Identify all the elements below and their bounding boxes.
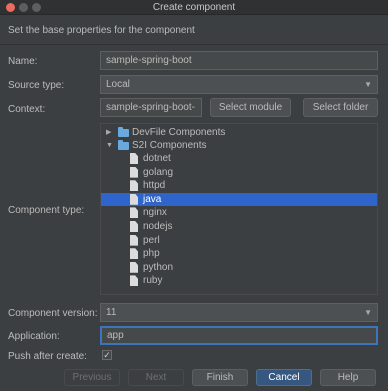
chevron-down-icon[interactable]: ▼ bbox=[106, 139, 114, 152]
tree-item-php[interactable]: php bbox=[101, 247, 377, 260]
tree-item-golang[interactable]: golang bbox=[101, 166, 377, 179]
source-type-label: Source type: bbox=[8, 80, 65, 91]
tree-item-label: golang bbox=[143, 166, 174, 178]
finish-button[interactable]: Finish bbox=[192, 369, 248, 386]
file-icon bbox=[130, 180, 138, 192]
tree-item-python[interactable]: python bbox=[101, 261, 377, 274]
file-icon bbox=[130, 193, 138, 205]
tree-item-label: dotnet bbox=[143, 153, 171, 164]
chevron-right-icon[interactable]: ▶ bbox=[106, 126, 114, 139]
source-type-value: Local bbox=[106, 79, 130, 90]
component-type-tree[interactable]: ▶ DevFile Components ▼ S2I Components do… bbox=[100, 123, 378, 295]
previous-button[interactable]: Previous bbox=[64, 369, 120, 386]
help-button[interactable]: Help bbox=[320, 369, 376, 386]
tree-item-label: perl bbox=[143, 234, 160, 246]
name-label: Name: bbox=[8, 56, 38, 67]
tree-node-s2i[interactable]: ▼ S2I Components bbox=[101, 139, 377, 152]
file-icon bbox=[130, 207, 138, 219]
tree-item-java[interactable]: java bbox=[101, 192, 377, 206]
tree-item-dotnet[interactable]: dotnet bbox=[101, 152, 377, 165]
tree-item-httpd[interactable]: httpd bbox=[101, 179, 377, 192]
tree-item-nodejs[interactable]: nodejs bbox=[101, 220, 377, 233]
push-after-create-label: Push after create: bbox=[8, 351, 87, 362]
folder-icon bbox=[118, 140, 129, 150]
component-version-dropdown[interactable]: 11 ▼ bbox=[100, 303, 378, 322]
cancel-button[interactable]: Cancel bbox=[256, 369, 312, 386]
next-button[interactable]: Next bbox=[128, 369, 184, 386]
file-icon bbox=[130, 221, 138, 232]
file-icon bbox=[130, 275, 138, 287]
context-field[interactable]: sample-spring-boot- bbox=[100, 98, 202, 117]
push-after-create-checkbox[interactable]: ✓ bbox=[102, 350, 112, 360]
component-type-label: Component type: bbox=[8, 205, 85, 216]
component-version-label: Component version: bbox=[8, 308, 98, 319]
name-field[interactable]: sample-spring-boot bbox=[100, 51, 378, 70]
file-icon bbox=[130, 261, 138, 273]
dialog-header: Set the base properties for the componen… bbox=[0, 16, 388, 45]
select-folder-button[interactable]: Select folder bbox=[303, 98, 378, 117]
tree-item-ruby[interactable]: ruby bbox=[101, 274, 377, 287]
header-text: Set the base properties for the componen… bbox=[8, 25, 195, 36]
application-label: Application: bbox=[8, 331, 60, 342]
tree-node-devfile[interactable]: ▶ DevFile Components bbox=[101, 126, 377, 139]
chevron-down-icon: ▼ bbox=[364, 80, 372, 89]
tree-item-perl[interactable]: perl bbox=[101, 234, 377, 247]
tree-item-nginx[interactable]: nginx bbox=[101, 206, 377, 219]
file-icon bbox=[130, 153, 138, 164]
tree-item-label: nodejs bbox=[143, 221, 173, 232]
title-bar: Create component bbox=[0, 0, 388, 15]
tree-item-label: php bbox=[143, 248, 160, 260]
application-field[interactable]: app bbox=[100, 326, 378, 345]
file-icon bbox=[130, 166, 138, 178]
tree-item-label: python bbox=[143, 261, 174, 273]
component-version-value: 11 bbox=[106, 307, 117, 318]
select-module-button[interactable]: Select module bbox=[210, 98, 291, 117]
tree-item-label: httpd bbox=[143, 180, 166, 192]
tree-item-label: ruby bbox=[143, 275, 163, 287]
context-label: Context: bbox=[8, 104, 46, 115]
file-icon bbox=[130, 234, 138, 246]
tree-item-label: java bbox=[143, 193, 162, 205]
tree-item-label: nginx bbox=[143, 207, 167, 219]
folder-icon bbox=[118, 127, 129, 137]
chevron-down-icon: ▼ bbox=[364, 308, 372, 317]
tree-node-label: DevFile Components bbox=[132, 127, 226, 138]
window-title: Create component bbox=[152, 2, 236, 13]
file-icon bbox=[130, 248, 138, 260]
source-type-dropdown[interactable]: Local ▼ bbox=[100, 75, 378, 94]
tree-node-label: S2I Components bbox=[132, 140, 207, 151]
